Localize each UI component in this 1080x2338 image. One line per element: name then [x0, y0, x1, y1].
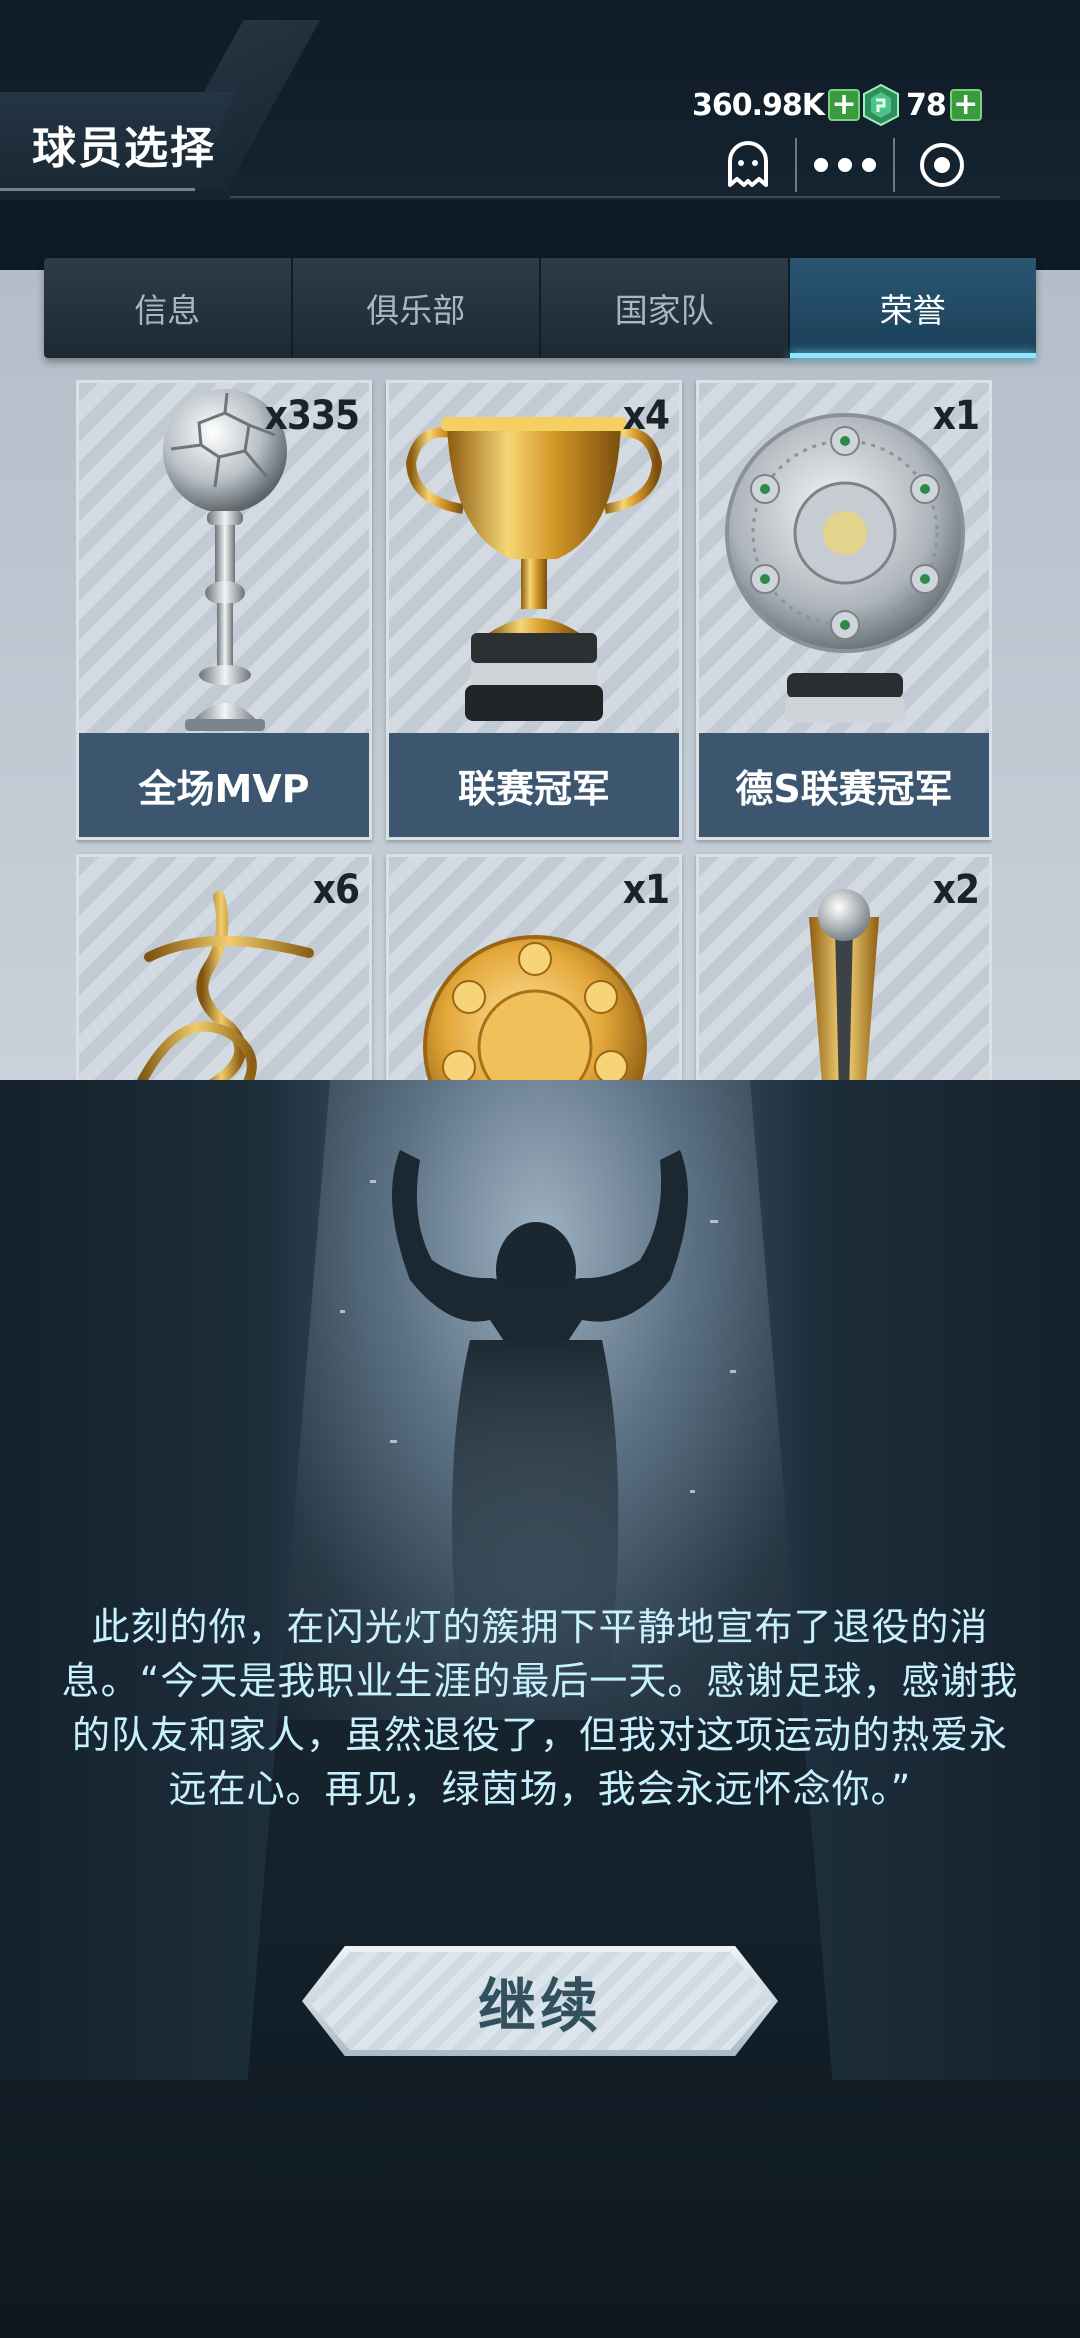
tab-info[interactable]: 信息: [44, 258, 293, 358]
title-plate-edge: [0, 188, 195, 191]
more-button[interactable]: [797, 130, 892, 200]
honor-label: 联赛冠军: [389, 733, 679, 837]
honor-count: x2: [932, 867, 980, 913]
honor-card[interactable]: x2: [696, 854, 992, 1080]
continue-button[interactable]: 继续: [302, 1946, 778, 2056]
coin-amount: 360.98K: [692, 87, 825, 123]
tunnel-wall-left: [0, 1080, 330, 2080]
honor-count: x4: [622, 393, 670, 439]
honor-count: x335: [264, 393, 360, 439]
tab-bar: 信息 俱乐部 国家队 荣誉: [44, 258, 1036, 358]
honors-grid: x335 全场MVP x4 联赛冠军 x1 德S联赛冠军 x6 x1 x2: [76, 380, 992, 1080]
honor-label: 全场MVP: [79, 733, 369, 837]
honor-card[interactable]: x1: [386, 854, 682, 1080]
honor-count: x1: [622, 867, 670, 913]
page-title: 球员选择: [32, 123, 216, 174]
gem-icon: [863, 84, 899, 126]
plus-icon[interactable]: +: [949, 89, 982, 121]
honor-card[interactable]: x335 全场MVP: [76, 380, 372, 840]
honor-card[interactable]: x1 德S联赛冠军: [696, 380, 992, 840]
mini-program-capsule: [700, 130, 990, 200]
top-bar: 球员选择 360.98K + 78 +: [0, 0, 1080, 200]
gem-counter: 78 +: [862, 84, 982, 126]
record-icon: [920, 143, 965, 187]
retirement-story: 此刻的你，在闪光灯的簇拥下平静地宣布了退役的消息。“今天是我职业生涯的最后一天。…: [0, 1080, 1080, 2338]
close-miniprogram-button[interactable]: [895, 130, 990, 200]
ghost-button[interactable]: [700, 130, 795, 200]
honor-label: 德S联赛冠军: [699, 733, 989, 837]
honor-count: x6: [312, 867, 360, 913]
gem-amount: 78: [906, 87, 947, 123]
story-text: 此刻的你，在闪光灯的簇拥下平静地宣布了退役的消息。“今天是我职业生涯的最后一天。…: [61, 1605, 1019, 1811]
plus-icon[interactable]: +: [828, 89, 861, 121]
honor-card[interactable]: x6: [76, 854, 372, 1080]
honor-card[interactable]: x4 联赛冠军: [386, 380, 682, 840]
tab-national-team[interactable]: 国家队: [541, 258, 790, 358]
tunnel-wall-right: [750, 1080, 1080, 2080]
ghost-icon: [727, 141, 768, 187]
honor-count: x1: [932, 393, 980, 439]
continue-label: 继续: [477, 1972, 602, 2040]
more-icon: [814, 158, 876, 172]
coin-counter: 360.98K +: [692, 86, 861, 124]
tab-honors[interactable]: 荣誉: [789, 258, 1036, 358]
player-silhouette-image: [340, 1150, 736, 1670]
tab-club[interactable]: 俱乐部: [293, 258, 541, 358]
